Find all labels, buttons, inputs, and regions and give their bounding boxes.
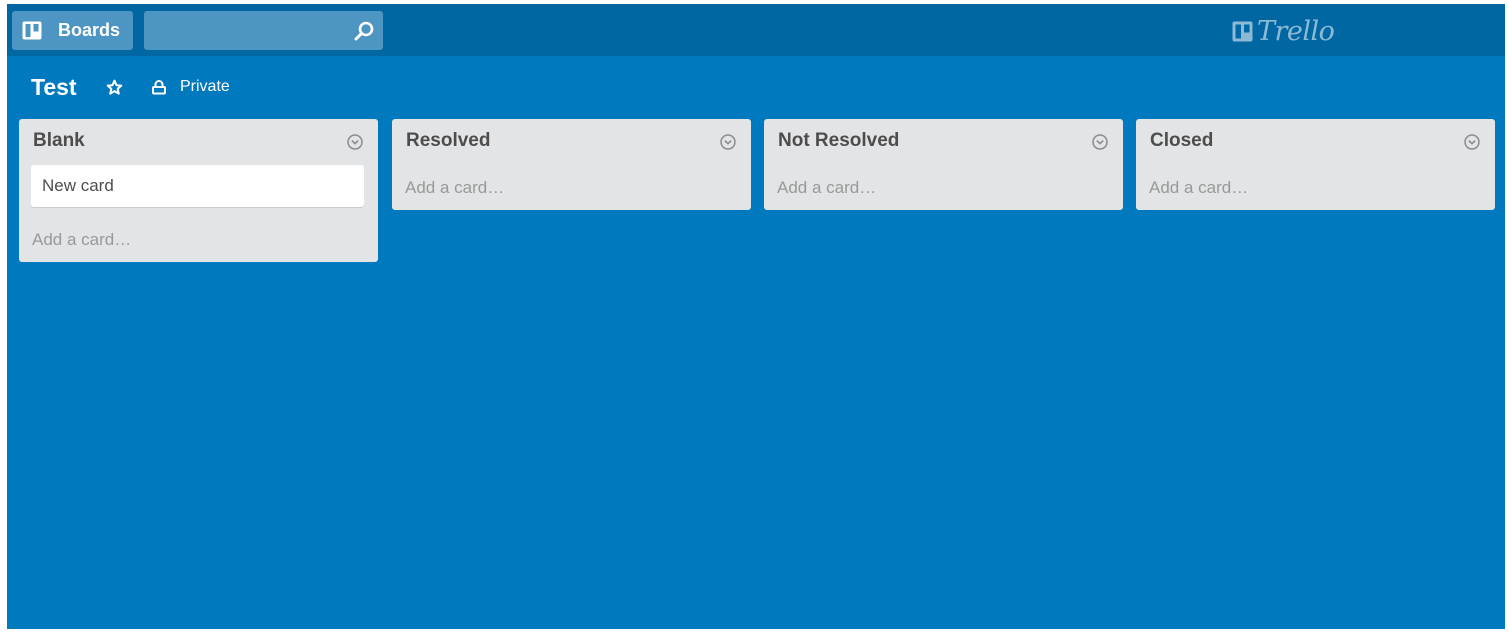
boards-button-label: Boards — [58, 20, 121, 40]
boards-icon — [22, 21, 42, 40]
board-header: Test Private — [7, 56, 1505, 116]
trello-logo-text: Trello — [1257, 15, 1335, 47]
chevron-down-circle-icon[interactable] — [1091, 133, 1109, 151]
search-box[interactable] — [144, 11, 383, 50]
board-title[interactable]: Test — [31, 74, 77, 101]
trello-logo[interactable]: Trello — [1232, 15, 1335, 47]
list-not-resolved: Not Resolved Add a card… — [764, 119, 1123, 210]
list-title[interactable]: Resolved — [406, 130, 490, 152]
list-title[interactable]: Not Resolved — [778, 130, 899, 152]
card[interactable]: New card — [31, 165, 364, 207]
card-title: New card — [42, 176, 114, 195]
chevron-down-circle-icon[interactable] — [1463, 133, 1481, 151]
search-icon[interactable] — [353, 20, 375, 42]
add-card-link[interactable]: Add a card… — [32, 230, 131, 250]
list-resolved: Resolved Add a card… — [392, 119, 751, 210]
add-card-link[interactable]: Add a card… — [1149, 178, 1248, 198]
trello-logo-icon — [1232, 21, 1253, 41]
list-title[interactable]: Blank — [33, 130, 85, 152]
chevron-down-circle-icon[interactable] — [719, 133, 737, 151]
privacy-button[interactable]: Private — [151, 76, 230, 98]
list-title[interactable]: Closed — [1150, 130, 1213, 152]
boards-button[interactable]: Boards — [12, 11, 133, 50]
list-closed: Closed Add a card… — [1136, 119, 1495, 210]
privacy-label: Private — [180, 78, 230, 95]
search-input[interactable] — [144, 11, 344, 50]
lock-icon — [152, 80, 166, 95]
top-header: Boards Trello — [7, 4, 1505, 56]
add-card-link[interactable]: Add a card… — [777, 178, 876, 198]
chevron-down-circle-icon[interactable] — [346, 133, 364, 151]
list-blank: Blank New card Add a card… — [19, 119, 378, 262]
add-card-link[interactable]: Add a card… — [405, 178, 504, 198]
star-icon[interactable] — [106, 79, 123, 96]
trello-app: Boards Trello Test Private Blank New car… — [7, 4, 1505, 629]
